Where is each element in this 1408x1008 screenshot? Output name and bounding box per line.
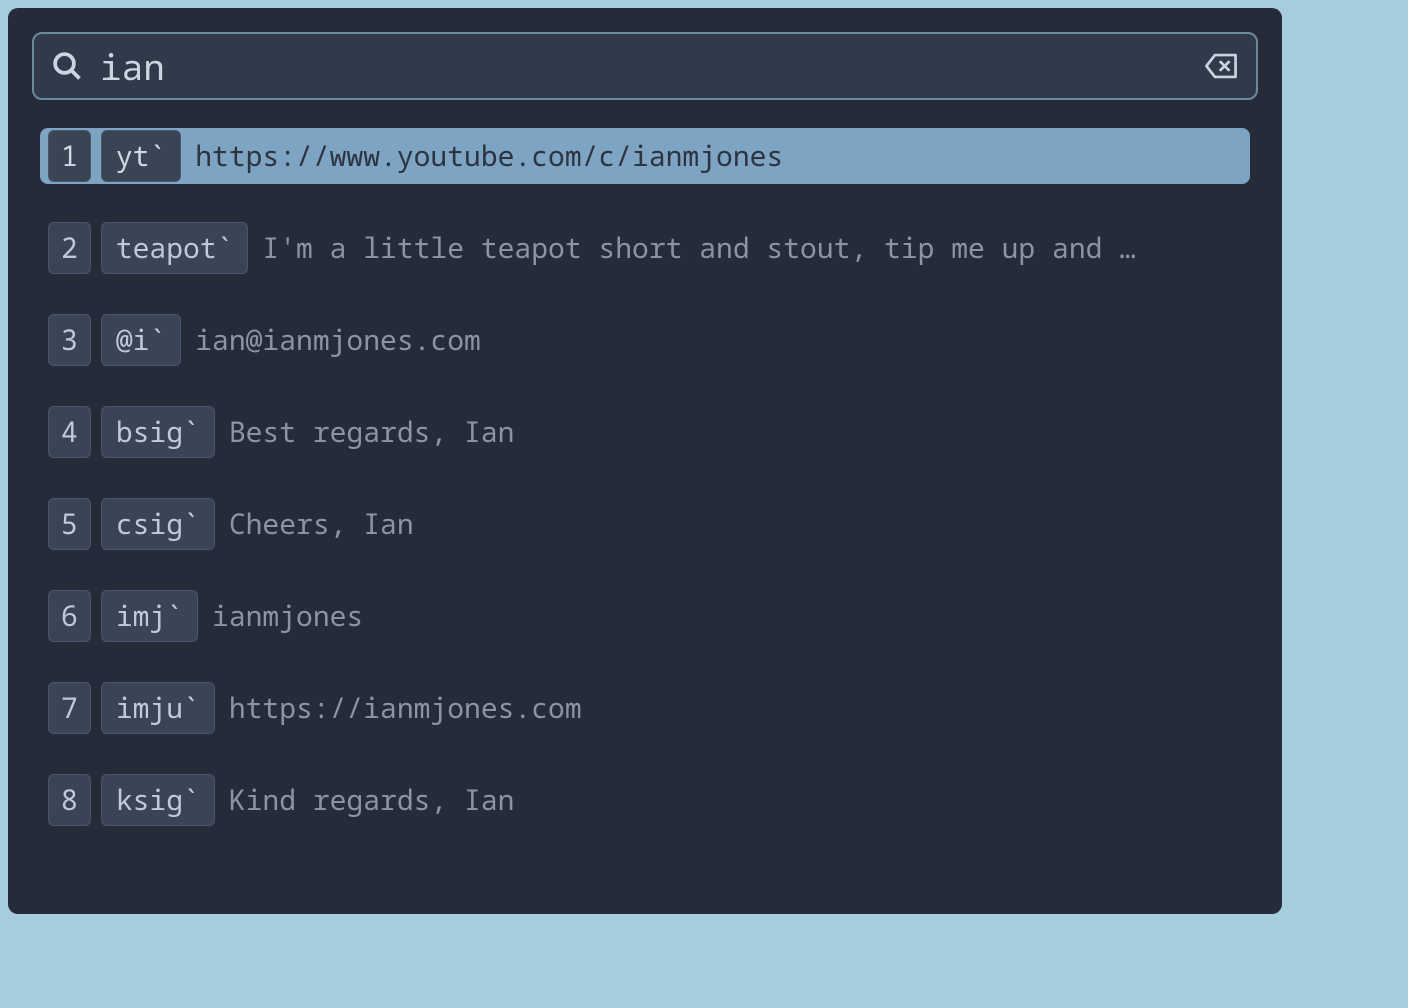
result-expansion-text: https://www.youtube.com/c/ianmjones <box>195 137 1242 175</box>
result-expansion-text: I'm a little teapot short and stout, tip… <box>262 229 1242 267</box>
result-row[interactable]: 8 ksig` Kind regards, Ian <box>40 772 1250 828</box>
result-row[interactable]: 7 imju` https://ianmjones.com <box>40 680 1250 736</box>
result-number-badge: 1 <box>48 130 91 182</box>
result-trigger-badge: csig` <box>101 498 215 550</box>
result-number-badge: 6 <box>48 590 91 642</box>
result-expansion-text: ianmjones <box>212 597 1242 635</box>
result-row[interactable]: 2 teapot` I'm a little teapot short and … <box>40 220 1250 276</box>
results-list: 1 yt` https://www.youtube.com/c/ianmjone… <box>32 128 1258 828</box>
result-number-badge: 3 <box>48 314 91 366</box>
result-trigger-badge: yt` <box>101 130 181 182</box>
result-row[interactable]: 6 imj` ianmjones <box>40 588 1250 644</box>
result-number-badge: 2 <box>48 222 91 274</box>
result-expansion-text: https://ianmjones.com <box>229 689 1242 727</box>
result-trigger-badge: imj` <box>101 590 198 642</box>
result-trigger-badge: imju` <box>101 682 215 734</box>
result-trigger-badge: teapot` <box>101 222 249 274</box>
result-trigger-badge: bsig` <box>101 406 215 458</box>
result-trigger-badge: @i` <box>101 314 181 366</box>
search-icon <box>52 51 82 81</box>
result-row[interactable]: 4 bsig` Best regards, Ian <box>40 404 1250 460</box>
result-row[interactable]: 3 @i` ian@ianmjones.com <box>40 312 1250 368</box>
app-window: 1 yt` https://www.youtube.com/c/ianmjone… <box>8 8 1282 914</box>
result-expansion-text: Best regards, Ian <box>229 413 1242 451</box>
result-row[interactable]: 5 csig` Cheers, Ian <box>40 496 1250 552</box>
result-number-badge: 5 <box>48 498 91 550</box>
result-trigger-badge: ksig` <box>101 774 215 826</box>
result-row[interactable]: 1 yt` https://www.youtube.com/c/ianmjone… <box>40 128 1250 184</box>
result-number-badge: 7 <box>48 682 91 734</box>
backspace-clear-icon[interactable] <box>1204 51 1238 81</box>
search-bar <box>32 32 1258 100</box>
result-expansion-text: Kind regards, Ian <box>229 781 1242 819</box>
result-expansion-text: ian@ianmjones.com <box>195 321 1242 359</box>
result-number-badge: 8 <box>48 774 91 826</box>
result-number-badge: 4 <box>48 406 91 458</box>
result-expansion-text: Cheers, Ian <box>229 505 1242 543</box>
search-input[interactable] <box>100 46 1204 86</box>
